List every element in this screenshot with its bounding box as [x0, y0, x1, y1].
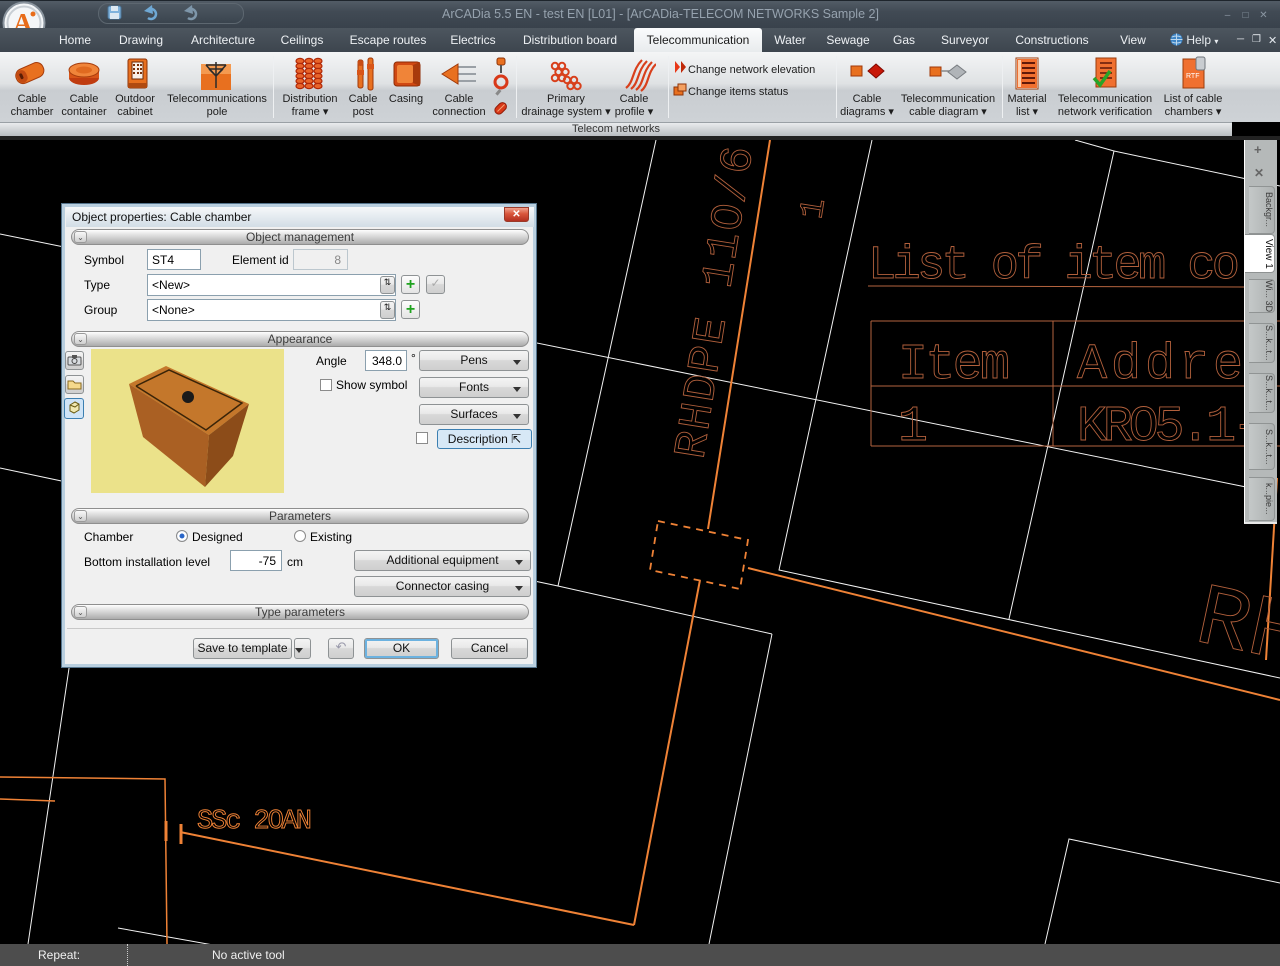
- svg-text:SSc 2OAN: SSc 2OAN: [197, 807, 312, 837]
- svg-text:List of item co: List of item co: [868, 240, 1240, 293]
- svg-text:KRO5.1-: KRO5.1-: [1077, 399, 1262, 456]
- svg-text:Item: Item: [898, 337, 1010, 394]
- svg-text:RH: RH: [1187, 570, 1280, 689]
- svg-text:RHDPE 11O/6: RHDPE 11O/6: [666, 143, 766, 462]
- svg-text:1: 1: [794, 196, 835, 222]
- svg-text:RTF: RTF: [1186, 73, 1199, 80]
- svg-text:1: 1: [898, 399, 928, 456]
